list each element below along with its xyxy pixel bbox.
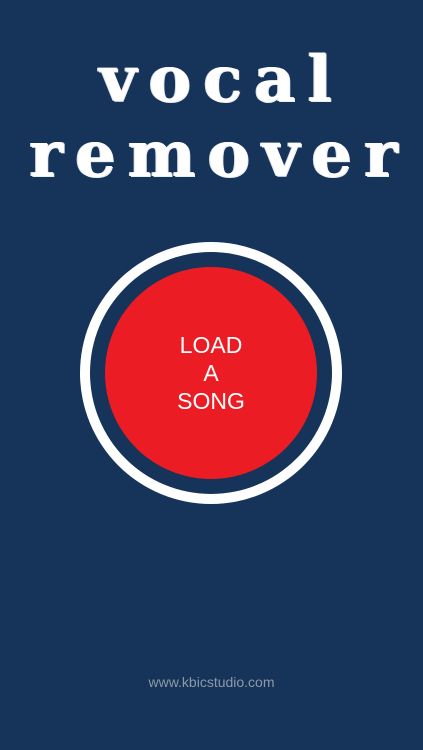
load-song-ring[interactable]: LOAD A SONG (80, 242, 342, 504)
app-logo-vocal: vocal (99, 42, 344, 117)
app-logo-remover: remover (29, 117, 410, 192)
load-song-label-line3: SONG (177, 388, 245, 414)
website-link[interactable]: www.kbicstudio.com (0, 674, 423, 690)
load-song-button[interactable]: LOAD A SONG (105, 267, 317, 479)
load-song-gap: LOAD A SONG (90, 252, 332, 494)
load-song-label-line1: LOAD (179, 332, 243, 358)
vocal-remover-screen: vocal remover LOAD A SONG www.kbicstudio… (0, 0, 423, 750)
load-song-label-line2: A (203, 360, 219, 386)
